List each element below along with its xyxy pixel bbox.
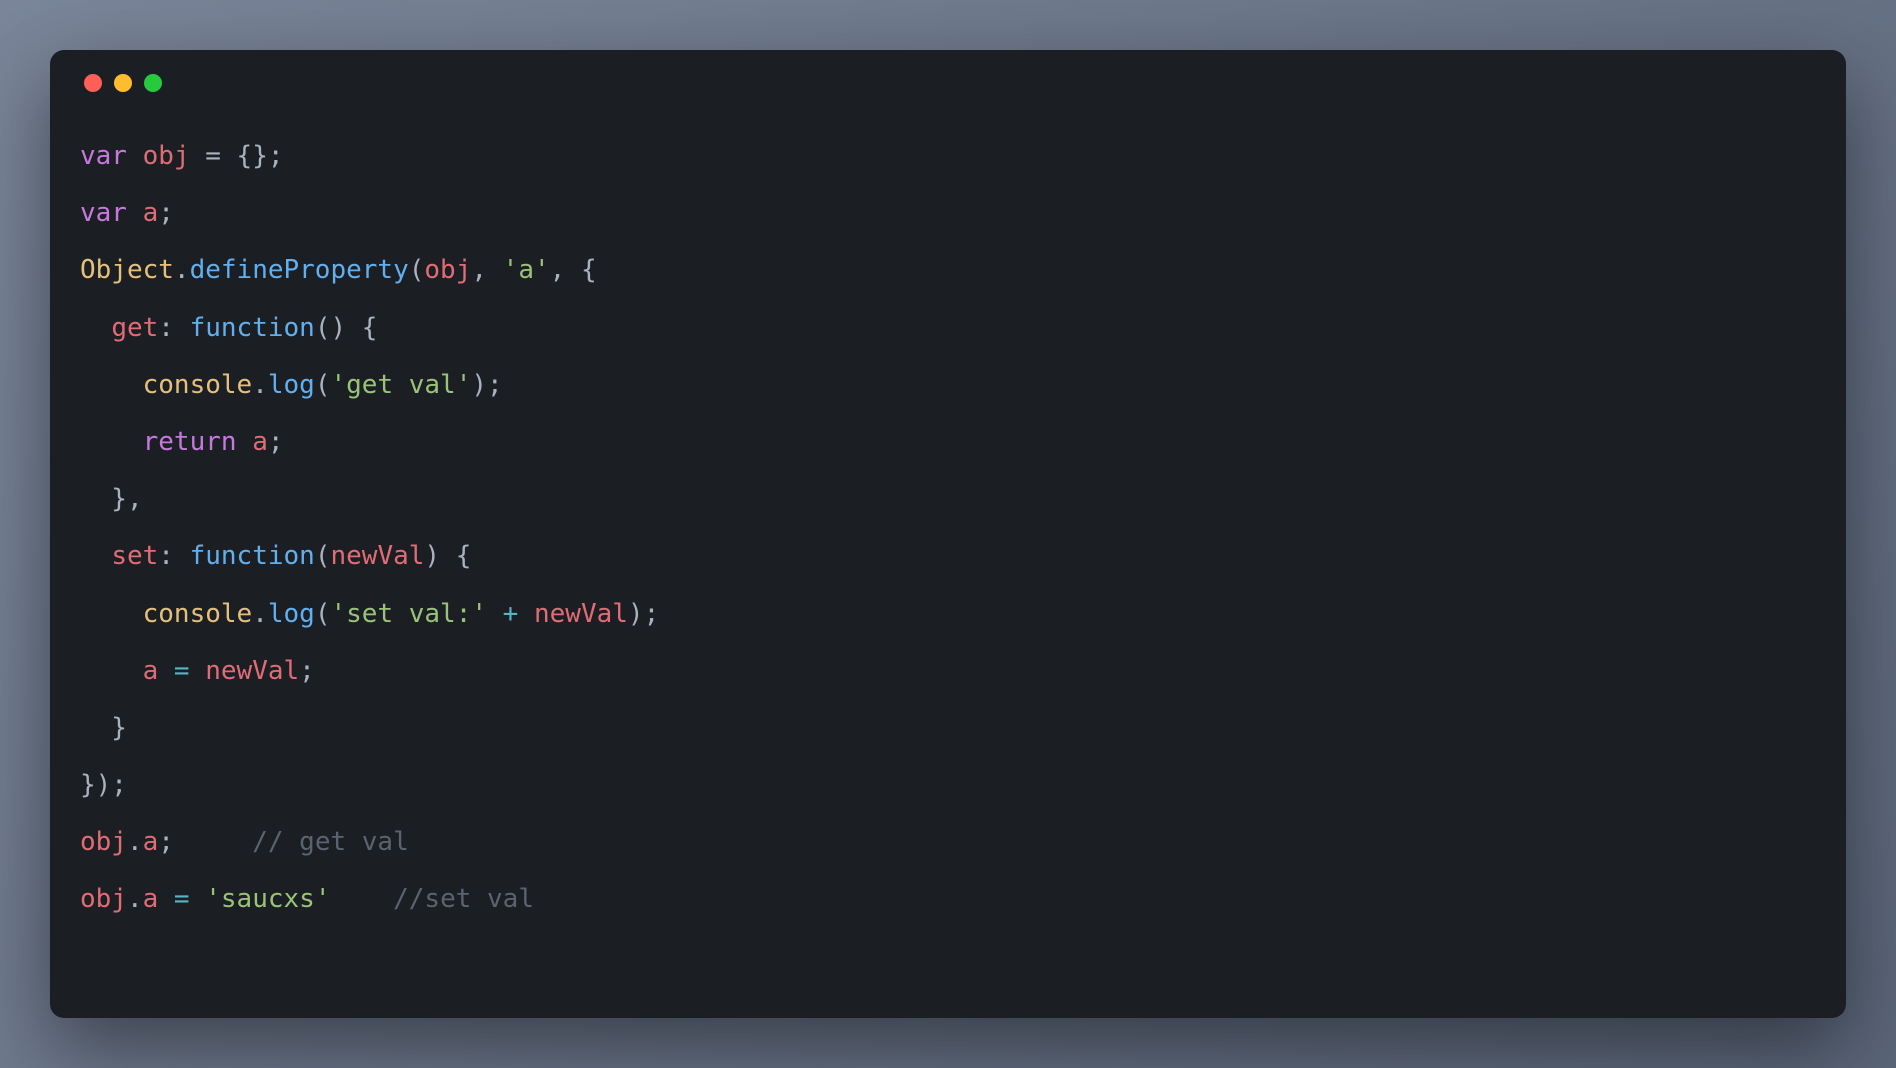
code-line-10: a = newVal; [80, 656, 315, 686]
code-block: var obj = {}; var a; Object.defineProper… [80, 128, 1816, 929]
code-window: var obj = {}; var a; Object.defineProper… [50, 50, 1846, 1018]
indent [80, 656, 143, 686]
fn-log: log [268, 370, 315, 400]
dot: . [127, 884, 143, 914]
indent [80, 541, 111, 571]
comment: //set val [393, 884, 534, 914]
indent [80, 599, 143, 629]
zoom-icon[interactable] [144, 74, 162, 92]
indent [80, 427, 143, 457]
code-line-3: Object.defineProperty(obj, 'a', { [80, 255, 597, 285]
close: ) { [424, 541, 471, 571]
comma: , [471, 255, 502, 285]
close: ); [628, 599, 659, 629]
identifier: a [143, 198, 159, 228]
class-console: console [143, 599, 253, 629]
class-console: console [143, 370, 253, 400]
indent [80, 313, 111, 343]
code-line-8: set: function(newVal) { [80, 541, 471, 571]
string: 'a' [503, 255, 550, 285]
code-line-1: var obj = {}; [80, 141, 284, 171]
code-line-12: }); [80, 770, 127, 800]
key-set: set [111, 541, 158, 571]
class-object: Object [80, 255, 174, 285]
operator-plus: + [487, 599, 534, 629]
paren: ( [315, 599, 331, 629]
code-line-13: obj.a; // get val [80, 827, 409, 857]
code-line-4: get: function() { [80, 313, 377, 343]
property: a [143, 884, 159, 914]
tail: , { [550, 255, 597, 285]
colon: : [158, 313, 189, 343]
property: a [143, 827, 159, 857]
code-line-7: }, [80, 484, 143, 514]
identifier: newVal [205, 656, 299, 686]
identifier: obj [424, 255, 471, 285]
string: 'get val' [330, 370, 471, 400]
window-controls [80, 74, 1816, 92]
fn-log: log [268, 599, 315, 629]
comment: // get val [252, 827, 409, 857]
code-line-9: console.log('set val:' + newVal); [80, 599, 659, 629]
identifier: obj [80, 827, 127, 857]
minimize-icon[interactable] [114, 74, 132, 92]
identifier: a [252, 427, 268, 457]
semi: ; [158, 827, 252, 857]
paren: ( [315, 541, 331, 571]
paren: ( [315, 370, 331, 400]
keyword-function: function [190, 541, 315, 571]
space [330, 884, 393, 914]
dot: . [127, 827, 143, 857]
keyword-var: var [80, 141, 127, 171]
identifier: a [143, 656, 159, 686]
keyword-return: return [143, 427, 237, 457]
code-line-14: obj.a = 'saucxs' //set val [80, 884, 534, 914]
operator-eq: = [158, 656, 205, 686]
code-line-2: var a; [80, 198, 174, 228]
operator-eq: = [158, 884, 205, 914]
keyword-function: function [190, 313, 315, 343]
identifier: obj [143, 141, 190, 171]
brace: }); [80, 770, 127, 800]
identifier: obj [80, 884, 127, 914]
identifier: newVal [534, 599, 628, 629]
indent [80, 370, 143, 400]
close: ); [471, 370, 528, 400]
string: 'set val:' [330, 599, 487, 629]
semi: ; [268, 427, 284, 457]
brace: } [80, 713, 127, 743]
code-line-5: console.log('get val'); [80, 370, 529, 400]
dot: . [252, 599, 268, 629]
dot: . [174, 255, 190, 285]
brace: }, [80, 484, 143, 514]
paren: () { [315, 313, 378, 343]
param-newval: newVal [330, 541, 424, 571]
code-line-11: } [80, 713, 127, 743]
space [237, 427, 253, 457]
paren: ( [409, 255, 425, 285]
dot: . [252, 370, 268, 400]
punct: = {}; [190, 141, 284, 171]
close-icon[interactable] [84, 74, 102, 92]
keyword-var: var [80, 198, 127, 228]
colon: : [158, 541, 189, 571]
fn-defineproperty: defineProperty [190, 255, 409, 285]
code-line-6: return a; [80, 427, 284, 457]
key-get: get [111, 313, 158, 343]
string: 'saucxs' [205, 884, 330, 914]
punct: ; [158, 198, 174, 228]
semi: ; [299, 656, 315, 686]
